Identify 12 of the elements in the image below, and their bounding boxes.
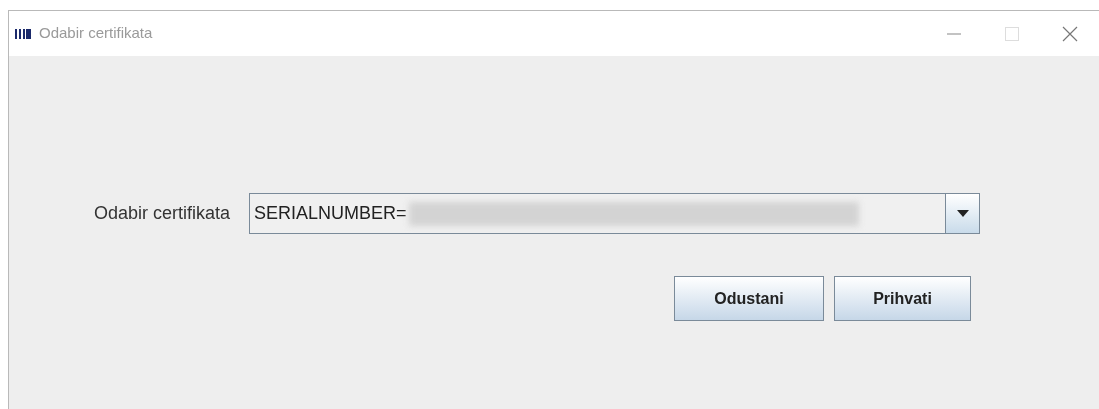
- app-icon: [15, 28, 31, 39]
- certificate-label: Odabir certifikata: [94, 202, 231, 225]
- dialog-button[interactable]: Odustani: [674, 276, 824, 321]
- minimize-icon: [947, 32, 961, 35]
- dialog-button[interactable]: Prihvati: [834, 276, 971, 321]
- dropdown-value: SERIALNUMBER=: [254, 202, 407, 225]
- dropdown-button[interactable]: [945, 194, 980, 233]
- caret-icon: [956, 210, 969, 217]
- certificate-dropdown[interactable]: SERIALNUMBER=: [249, 193, 981, 234]
- close-icon: [1062, 25, 1078, 42]
- window-title: Odabir certifikata: [39, 23, 153, 44]
- maximize-icon: [1005, 26, 1019, 41]
